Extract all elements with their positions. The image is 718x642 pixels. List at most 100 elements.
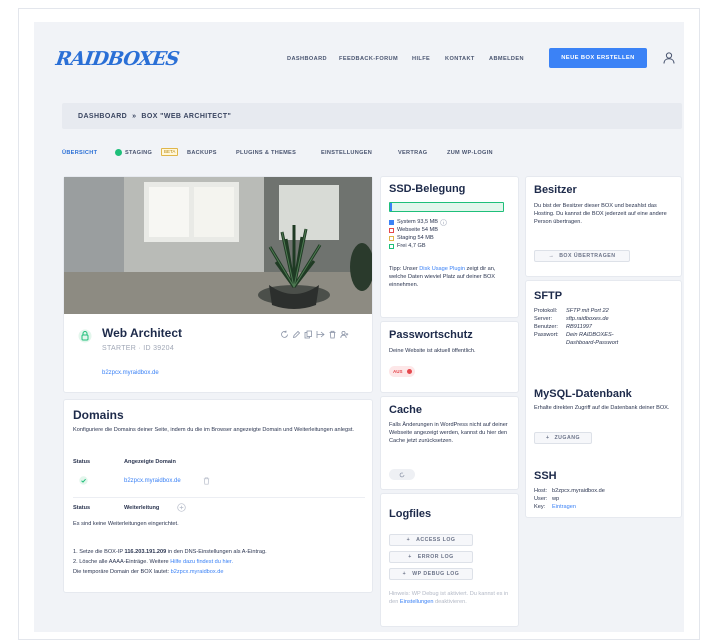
dns-step-3-prefix: Die temporäre Domain der BOX lautet: xyxy=(73,569,171,575)
access-log-label: ACCESS LOG xyxy=(416,537,456,543)
password-status-text: Deine Website ist aktuell öffentlich. xyxy=(389,348,476,354)
info-icon[interactable] xyxy=(440,218,447,226)
temp-domain-link[interactable]: b2zpcx.myraidbox.de xyxy=(171,569,224,575)
sftp-value: Dashboard-Passwort xyxy=(566,340,619,346)
clone-icon[interactable] xyxy=(316,330,325,339)
breadcrumb: DASHBOARD » BOX "WEB ARCHITECT" xyxy=(62,103,682,129)
legend-staging: Staging 54 MB xyxy=(389,234,447,242)
user-add-icon[interactable] xyxy=(340,330,349,339)
ssd-usage-fill xyxy=(390,203,393,211)
toggle-knob xyxy=(407,369,412,374)
plus-icon: + xyxy=(402,571,407,577)
refresh-icon xyxy=(399,472,405,477)
breadcrumb-dashboard[interactable]: DASHBOARD xyxy=(78,113,127,120)
wp-debug-log-button[interactable]: + WP DEBUG LOG xyxy=(389,568,473,580)
ssh-key-link[interactable]: Eintragen xyxy=(552,503,576,511)
clear-cache-button[interactable] xyxy=(389,469,415,480)
domain-link[interactable]: b2zpcx.myraidbox.de xyxy=(124,478,181,484)
copy-icon[interactable] xyxy=(304,330,313,339)
edit-icon[interactable] xyxy=(292,330,301,339)
domains-col-domain: Angezeigte Domain xyxy=(124,459,176,465)
password-toggle[interactable]: AUS xyxy=(389,366,415,377)
legend-system: System 93,5 MB xyxy=(389,218,447,226)
breadcrumb-separator: » xyxy=(132,112,137,120)
dns-step-3: Die temporäre Domain der BOX lautet: b2z… xyxy=(73,568,223,576)
tab-backups[interactable]: BACKUPS xyxy=(187,150,217,156)
plus-icon: + xyxy=(408,554,412,560)
new-box-button[interactable]: NEUE BOX ERSTELLEN xyxy=(549,48,647,68)
tab-einstellungen[interactable]: EINSTELLUNGEN xyxy=(321,150,372,156)
access-log-button[interactable]: + ACCESS LOG xyxy=(389,534,473,546)
add-redirect-icon[interactable] xyxy=(177,503,186,512)
mysql-text: Erhalte direkten Zugriff auf die Datenba… xyxy=(534,405,670,411)
settings-link[interactable]: Einstellungen xyxy=(400,599,434,605)
tab-wp-login[interactable]: ZUM WP-LOGIN xyxy=(447,150,493,156)
no-redirects-text: Es sind keine Weiterleitungen eingericht… xyxy=(73,521,179,527)
transfer-box-button[interactable]: → BOX ÜBERTRAGEN xyxy=(534,250,630,262)
sftp-value: sftp.raidboxes.de xyxy=(566,316,609,322)
ssd-usage-bar xyxy=(389,202,504,212)
sftp-row-protocol: Protokoll: SFTP mit Port 22 xyxy=(534,307,618,315)
legend-system-label: System 93,5 MB xyxy=(397,219,439,225)
ssd-title: SSD-Belegung xyxy=(389,183,466,195)
breadcrumb-current: BOX "WEB ARCHITECT" xyxy=(141,112,232,120)
tab-plugins-themes[interactable]: PLUGINS & THEMES xyxy=(236,150,296,156)
sftp-row-password-cont: Dashboard-Passwort xyxy=(534,339,618,347)
sftp-row-password: Passwort: Dein RAIDBOXES- xyxy=(534,331,618,339)
raidboxes-logo[interactable]: RAIDBOXES xyxy=(54,48,180,70)
redirects-col-redirect: Weiterleitung xyxy=(124,505,160,511)
staging-status-dot xyxy=(115,149,122,156)
user-icon[interactable] xyxy=(663,52,675,64)
nav-feedback-forum[interactable]: FEEDBACK-FORUM xyxy=(339,56,398,62)
ssh-row-user: User: wp xyxy=(534,495,605,503)
tab-vertrag[interactable]: VERTRAG xyxy=(398,150,427,156)
sftp-value: SFTP mit Port 22 xyxy=(566,308,609,314)
mysql-access-label: ZUGANG xyxy=(554,435,580,441)
sftp-value: RB911997 xyxy=(566,324,593,330)
plus-icon: + xyxy=(545,435,550,441)
sftp-label: Benutzer: xyxy=(534,324,558,330)
logfiles-hint: Hinweis: WP Debug ist aktiviert. Du kann… xyxy=(389,590,513,606)
dns-step-1: 1. Setze die BOX-IP 116.203.191.209 in d… xyxy=(73,548,267,556)
refresh-icon[interactable] xyxy=(280,330,289,339)
nav-abmelden[interactable]: ABMELDEN xyxy=(489,56,524,62)
ssh-row-host: Host: b2zpcx.myraidbox.de xyxy=(534,487,605,495)
ssh-user-value: wp xyxy=(552,496,560,502)
sftp-row-server: Server: sftp.raidboxes.de xyxy=(534,315,618,323)
dns-help-link[interactable]: Hilfe dazu findest du hier. xyxy=(170,559,233,565)
logfiles-hint-suffix: deaktivieren. xyxy=(433,599,467,605)
tab-uebersicht[interactable]: ÜBERSICHT xyxy=(62,150,97,156)
nav-dashboard[interactable]: DASHBOARD xyxy=(287,56,327,62)
ssh-details: Host: b2zpcx.myraidbox.de User: wp Key: Ein… xyxy=(534,487,605,511)
password-title: Passwortschutz xyxy=(389,329,473,341)
beta-badge: BETA xyxy=(161,148,179,156)
arrow-right-icon: → xyxy=(548,253,555,259)
box-actions xyxy=(280,330,349,339)
mysql-access-button[interactable]: + ZUGANG xyxy=(534,432,592,444)
trash-icon[interactable] xyxy=(328,330,337,339)
legend-free-label: Frei 4,7 GB xyxy=(397,243,426,249)
box-url-link[interactable]: b2zpcx.myraidbox.de xyxy=(102,370,159,376)
sftp-row-user: Benutzer: RB911997 xyxy=(534,323,618,331)
nav-kontakt[interactable]: KONTAKT xyxy=(445,56,475,62)
transfer-box-label: BOX ÜBERTRAGEN xyxy=(559,253,616,259)
tab-staging[interactable]: STAGING xyxy=(125,150,152,156)
box-hero-image xyxy=(64,177,372,314)
disk-usage-plugin-link[interactable]: Disk Usage Plugin xyxy=(419,266,465,272)
owner-text: Du bist der Besitzer dieser BOX und beza… xyxy=(534,203,667,225)
plus-icon: + xyxy=(406,537,411,543)
ssd-tip-prefix: Tipp: Unser xyxy=(389,266,420,272)
ssd-tip: Tipp: Unser Disk Usage Plugin zeigt dir … xyxy=(389,265,513,289)
ssh-key-label: Key: xyxy=(534,504,546,510)
dns-step-2-prefix: 2. Lösche alle AAAA-Einträge. Weitere xyxy=(73,559,171,565)
box-name: Web Architect xyxy=(102,326,183,340)
sftp-label: Protokoll: xyxy=(534,308,558,314)
sftp-details: Protokoll: SFTP mit Port 22 Server: sftp.r… xyxy=(534,307,618,347)
dns-step-1-prefix: 1. Setze die BOX-IP xyxy=(73,549,125,555)
box-ip: 116.203.191.209 xyxy=(124,549,167,555)
delete-domain-icon[interactable] xyxy=(203,477,210,485)
ssh-title: SSH xyxy=(534,470,557,482)
nav-hilfe[interactable]: HILFE xyxy=(412,56,430,62)
box-plan: STARTER · ID 39204 xyxy=(102,345,175,352)
error-log-button[interactable]: + ERROR LOG xyxy=(389,551,473,563)
